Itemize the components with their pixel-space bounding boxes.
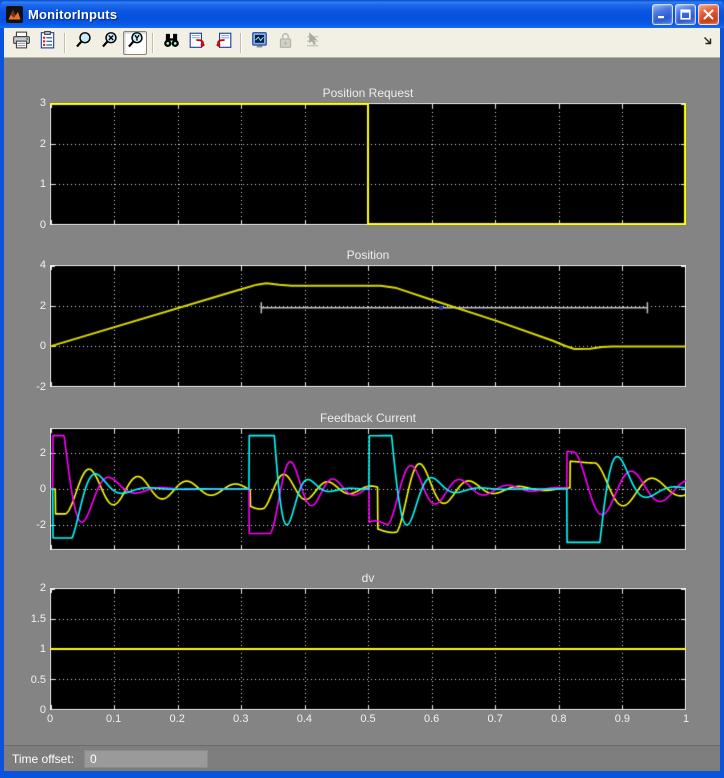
scope-window: MonitorInputs Position Request0123Positi…: [0, 0, 724, 778]
plot-title-1: Position Request: [50, 86, 686, 100]
x-tick-label: 0.4: [284, 713, 324, 726]
floating-scope-icon: [250, 31, 269, 54]
x-tick-label: 0.7: [475, 713, 515, 726]
autoscale-button[interactable]: [159, 31, 183, 55]
toolbar-separator: [240, 33, 242, 53]
x-tick-label: 0.8: [539, 713, 579, 726]
figure-area: Position Request 0 1 2 3 Position -2 0 2 4 Feedbac…: [4, 58, 720, 771]
save-axes-button[interactable]: [185, 31, 209, 55]
minimize-icon: [657, 9, 668, 20]
window-controls: [652, 4, 719, 25]
plot-canvas-1[interactable]: [50, 103, 686, 225]
parameters-button[interactable]: [35, 31, 59, 55]
toolbar-separator: [152, 33, 154, 53]
plot-canvas-4[interactable]: [50, 588, 686, 710]
restore-axes-icon: [214, 31, 233, 54]
y-tick-label: 2: [6, 300, 46, 313]
signal-selection-icon: [302, 31, 321, 54]
y-tick-label: 4: [6, 259, 46, 272]
plot-title-4: dv: [50, 571, 686, 585]
y-tick-label: 3: [6, 97, 46, 110]
close-icon: [703, 9, 714, 20]
y-tick-label: 0: [6, 483, 46, 496]
plot-title-3: Feedback Current: [50, 411, 686, 425]
y-tick-label: 0: [6, 340, 46, 353]
binoculars-icon: [162, 31, 181, 54]
y-tick-label: 1: [6, 643, 46, 656]
restore-axes-button[interactable]: [211, 31, 235, 55]
minimize-button[interactable]: [652, 4, 673, 25]
plot-canvas-2[interactable]: [50, 265, 686, 387]
x-tick-label: 0.3: [221, 713, 261, 726]
y-tick-label: 1: [6, 178, 46, 191]
plot-axes-2: [50, 265, 686, 387]
parameters-icon: [38, 31, 57, 54]
printer-icon: [12, 31, 31, 54]
time-offset-label: Time offset:: [12, 752, 74, 766]
lock-icon: [276, 31, 295, 54]
plot-axes-4: [50, 588, 686, 710]
lock-axes-button: [273, 31, 297, 55]
x-tick-label: 0.5: [348, 713, 388, 726]
y-tick-label: 2: [6, 138, 46, 151]
zoom-icon: [74, 31, 93, 54]
zoom-x-button[interactable]: [97, 31, 121, 55]
toolbar-overflow-icon[interactable]: [702, 34, 714, 52]
x-tick-label: 0.1: [94, 713, 134, 726]
y-tick-label: 2: [6, 447, 46, 460]
window-title: MonitorInputs: [28, 7, 652, 22]
zoom-y-icon: [126, 31, 145, 54]
signal-selection-button: [299, 31, 323, 55]
plot-axes-3: [50, 428, 686, 550]
toolbar: [4, 28, 720, 58]
zoom-y-button[interactable]: [123, 31, 147, 55]
print-button[interactable]: [9, 31, 33, 55]
matlab-icon: [6, 6, 23, 23]
plot-canvas-3[interactable]: [50, 428, 686, 550]
status-bar: Time offset: 0: [4, 745, 720, 771]
maximize-icon: [680, 9, 691, 20]
toolbar-separator: [64, 33, 66, 53]
zoom-x-icon: [100, 31, 119, 54]
close-button[interactable]: [698, 4, 719, 25]
x-tick-label: 0.9: [602, 713, 642, 726]
y-tick-label: 2: [6, 582, 46, 595]
x-tick-label: 0: [30, 713, 70, 726]
time-offset-value: 0: [84, 750, 208, 768]
x-tick-label: 0.2: [157, 713, 197, 726]
floating-scope-button[interactable]: [247, 31, 271, 55]
plot-title-2: Position: [50, 248, 686, 262]
plot-axes-1: [50, 103, 686, 225]
maximize-button[interactable]: [675, 4, 696, 25]
y-tick-label: -2: [6, 519, 46, 532]
y-tick-label: 0.5: [6, 674, 46, 687]
x-tick-label: 1: [666, 713, 706, 726]
y-tick-label: 0: [6, 219, 46, 232]
title-bar[interactable]: MonitorInputs: [0, 0, 724, 28]
y-tick-label: 1.5: [6, 613, 46, 626]
x-tick-label: 0.6: [412, 713, 452, 726]
zoom-button[interactable]: [71, 31, 95, 55]
save-axes-icon: [188, 31, 207, 54]
y-tick-label: -2: [6, 381, 46, 394]
